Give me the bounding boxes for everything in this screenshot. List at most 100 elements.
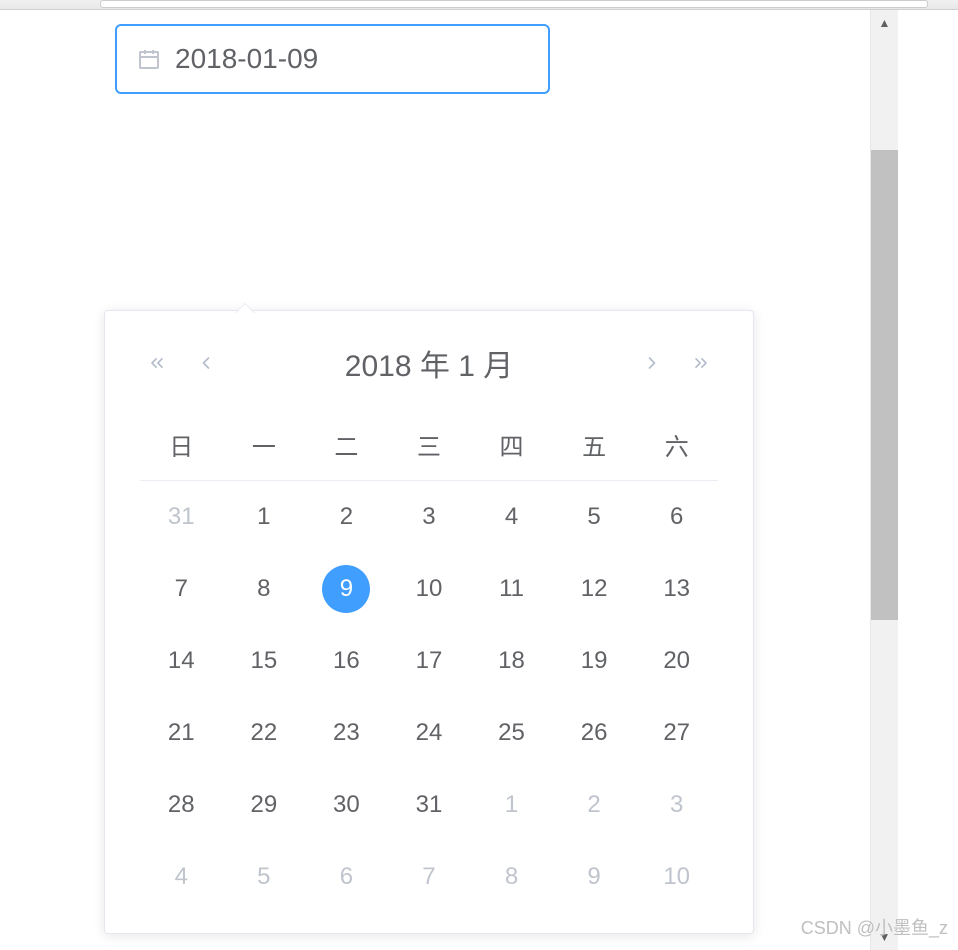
day-label: 6 (653, 493, 701, 541)
viewport: 2018 年 1 月 日一二三四五六 311234567891011121314… (0, 10, 958, 950)
calendar-day[interactable]: 9 (305, 553, 388, 625)
weekday-header: 四 (470, 405, 553, 481)
calendar-day[interactable]: 2 (305, 481, 388, 554)
chevron-right-icon (642, 353, 662, 373)
calendar-day[interactable]: 10 (635, 841, 718, 913)
calendar-day[interactable]: 16 (305, 625, 388, 697)
calendar-row: 14 15 1617 18 19 20 (140, 625, 718, 697)
day-label: 21 (157, 709, 205, 757)
date-input-field[interactable] (175, 43, 528, 75)
day-label: 20 (653, 637, 701, 685)
calendar-day[interactable]: 8 (223, 553, 306, 625)
calendar-day[interactable]: 15 (223, 625, 306, 697)
day-label: 13 (653, 565, 701, 613)
day-label: 2 (322, 493, 370, 541)
calendar-day[interactable]: 18 (470, 625, 553, 697)
panel-header: 2018 年 1 月 (105, 311, 753, 405)
calendar-day[interactable]: 12 (553, 553, 636, 625)
calendar-day[interactable]: 4 (140, 841, 223, 913)
calendar-day[interactable]: 6 (635, 481, 718, 554)
calendar-day[interactable]: 31 (388, 769, 471, 841)
calendar-day[interactable]: 4 (470, 481, 553, 554)
weekday-header: 三 (388, 405, 471, 481)
calendar-day[interactable]: 20 (635, 625, 718, 697)
day-label: 29 (240, 781, 288, 829)
day-label: 7 (157, 565, 205, 613)
day-label: 9 (322, 565, 370, 613)
day-label: 31 (157, 493, 205, 541)
prev-month-button[interactable] (194, 351, 218, 375)
calendar-day[interactable]: 1 (470, 769, 553, 841)
next-month-button[interactable] (640, 351, 664, 375)
day-label: 5 (570, 493, 618, 541)
calendar-day[interactable]: 31 (140, 481, 223, 554)
calendar-table: 日一二三四五六 31123456789101112131415161718192… (140, 405, 718, 913)
nav-prev-group (145, 351, 218, 375)
content-area: 2018 年 1 月 日一二三四五六 311234567891011121314… (0, 10, 870, 950)
double-chevron-left-icon (147, 353, 167, 373)
calendar-day[interactable]: 2 (553, 769, 636, 841)
calendar-day[interactable]: 6 (305, 841, 388, 913)
day-label: 23 (322, 709, 370, 757)
calendar-day[interactable]: 13 (635, 553, 718, 625)
calendar-row: 21 22 23 24 25 26 27 (140, 697, 718, 769)
calendar-day[interactable]: 8 (470, 841, 553, 913)
calendar-day[interactable]: 23 (305, 697, 388, 769)
calendar-day[interactable]: 30 (305, 769, 388, 841)
day-label: 18 (488, 637, 536, 685)
calendar-row: 456789 10 (140, 841, 718, 913)
calendar-day[interactable]: 21 (140, 697, 223, 769)
calendar-day[interactable]: 7 (388, 841, 471, 913)
day-label: 10 (653, 853, 701, 901)
day-label: 28 (157, 781, 205, 829)
weekday-header: 一 (223, 405, 306, 481)
calendar-day[interactable]: 5 (223, 841, 306, 913)
day-label: 5 (240, 853, 288, 901)
calendar-day[interactable]: 19 (553, 625, 636, 697)
calendar-day[interactable]: 10 (388, 553, 471, 625)
calendar-day[interactable]: 29 (223, 769, 306, 841)
calendar-row: 28 29 30 31 123 (140, 769, 718, 841)
calendar-day[interactable]: 28 (140, 769, 223, 841)
day-label: 30 (322, 781, 370, 829)
day-label: 7 (405, 853, 453, 901)
calendar-day[interactable]: 24 (388, 697, 471, 769)
calendar-day[interactable]: 1 (223, 481, 306, 554)
day-label: 14 (157, 637, 205, 685)
prev-year-button[interactable] (145, 351, 169, 375)
day-label: 26 (570, 709, 618, 757)
calendar-day[interactable]: 22 (223, 697, 306, 769)
calendar-day[interactable]: 27 (635, 697, 718, 769)
calendar-body: 日一二三四五六 31123456789101112131415161718192… (105, 405, 753, 933)
calendar-day[interactable]: 3 (635, 769, 718, 841)
panel-title[interactable]: 2018 年 1 月 (345, 341, 513, 385)
weekday-header: 五 (553, 405, 636, 481)
calendar-day[interactable]: 17 (388, 625, 471, 697)
calendar-day[interactable]: 3 (388, 481, 471, 554)
calendar-day[interactable]: 9 (553, 841, 636, 913)
day-label: 9 (570, 853, 618, 901)
calendar-day[interactable]: 14 (140, 625, 223, 697)
date-picker-panel: 2018 年 1 月 日一二三四五六 311234567891011121314… (104, 310, 754, 934)
calendar-day[interactable]: 11 (470, 553, 553, 625)
day-label: 22 (240, 709, 288, 757)
next-year-button[interactable] (689, 351, 713, 375)
calendar-day[interactable]: 26 (553, 697, 636, 769)
date-input[interactable] (115, 24, 550, 94)
calendar-day[interactable]: 7 (140, 553, 223, 625)
address-bar[interactable] (100, 0, 928, 8)
day-label: 2 (570, 781, 618, 829)
day-label: 19 (570, 637, 618, 685)
day-label: 3 (653, 781, 701, 829)
day-label: 1 (488, 781, 536, 829)
scrollbar[interactable] (870, 10, 898, 950)
day-label: 24 (405, 709, 453, 757)
day-label: 8 (240, 565, 288, 613)
scroll-up-button[interactable] (871, 10, 898, 36)
calendar-day[interactable]: 5 (553, 481, 636, 554)
day-label: 15 (240, 637, 288, 685)
watermark: CSDN @小墨鱼_z (801, 914, 948, 940)
day-label: 27 (653, 709, 701, 757)
scroll-thumb[interactable] (871, 150, 898, 620)
calendar-day[interactable]: 25 (470, 697, 553, 769)
